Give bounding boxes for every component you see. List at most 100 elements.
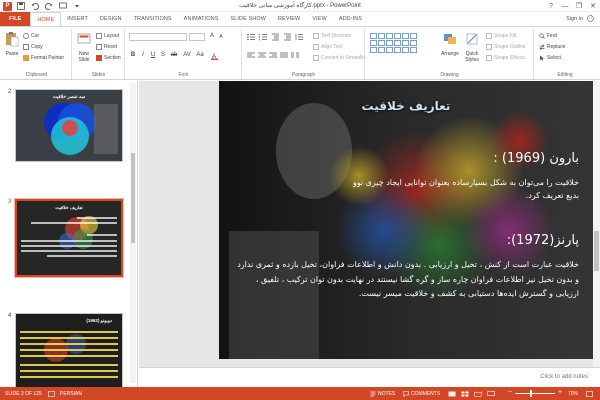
paste-button[interactable]: Paste: [3, 31, 21, 57]
slideshow-view-icon[interactable]: [487, 391, 495, 397]
zoom-out-button[interactable]: −: [508, 389, 512, 396]
zoom-slider-handle[interactable]: [530, 390, 532, 397]
slide-body-parnes[interactable]: خلاقیت عبارت است از کنش ، تخیل و ارزیابی…: [234, 258, 579, 302]
quick-styles-button[interactable]: Quick Styles: [462, 31, 482, 63]
shape-item[interactable]: [378, 33, 385, 39]
slide-title[interactable]: تعاریف خلاقیت: [219, 99, 593, 113]
thumbnail-scrollbar[interactable]: [130, 83, 136, 383]
font-size-box[interactable]: [189, 33, 205, 41]
help-button[interactable]: ?: [544, 0, 558, 12]
comments-button[interactable]: COMMENTS: [403, 391, 440, 397]
slide-sorter-icon[interactable]: [461, 391, 469, 397]
decrease-indent-icon[interactable]: [271, 33, 280, 41]
smiley-feedback-icon[interactable]: [587, 15, 594, 22]
replace-button[interactable]: Replace: [539, 43, 565, 51]
tab-view[interactable]: VIEW: [306, 12, 332, 26]
sign-in-link[interactable]: Sign in: [566, 16, 583, 22]
cut-button[interactable]: Cut: [23, 32, 39, 40]
shape-item[interactable]: [402, 33, 409, 39]
fit-slide-icon[interactable]: [586, 391, 593, 397]
notes-pane[interactable]: Click to add notes: [139, 367, 600, 387]
decrease-font-button[interactable]: A: [217, 34, 225, 40]
slide-thumbnail-2[interactable]: سه عنصر خلاقیت: [15, 89, 123, 162]
editor-scrollbar-thumb[interactable]: [594, 231, 599, 271]
shape-item[interactable]: [410, 47, 417, 53]
slide-thumbnail-4[interactable]: دوبونو (1962): [15, 313, 123, 387]
reading-view-icon[interactable]: [474, 391, 482, 397]
line-spacing-icon[interactable]: [295, 33, 304, 41]
zoom-slider[interactable]: [515, 393, 555, 394]
copy-button[interactable]: Copy: [23, 43, 43, 51]
shape-item[interactable]: [402, 40, 409, 46]
shape-effects-button[interactable]: Shape Effects: [486, 54, 525, 62]
underline-button[interactable]: U: [149, 52, 157, 58]
slide-heading-baron[interactable]: بارون (1969) :: [493, 151, 579, 166]
tab-slide-show[interactable]: SLIDE SHOW: [225, 12, 273, 26]
normal-view-icon[interactable]: [448, 391, 456, 397]
shape-item[interactable]: [402, 47, 409, 53]
shape-item[interactable]: [370, 40, 377, 46]
zoom-in-button[interactable]: +: [558, 389, 562, 396]
slide-heading-parnes[interactable]: پارنز(1972):: [507, 233, 579, 248]
slide-body-baron[interactable]: خلاقیت را می‌توان به شکل بسیارساده بعنوا…: [339, 176, 579, 202]
align-center-icon[interactable]: [258, 52, 266, 59]
shape-fill-button[interactable]: Shape Fill: [486, 32, 516, 40]
columns-icon[interactable]: [291, 52, 299, 59]
shadow-button[interactable]: S: [159, 52, 167, 58]
shape-item[interactable]: [370, 47, 377, 53]
layout-button[interactable]: Layout: [96, 32, 119, 40]
shape-item[interactable]: [386, 40, 393, 46]
shape-item[interactable]: [386, 47, 393, 53]
reset-button[interactable]: Reset: [96, 43, 117, 51]
align-right-icon[interactable]: [269, 52, 277, 59]
align-left-icon[interactable]: [247, 52, 255, 59]
italic-button[interactable]: I: [139, 52, 147, 58]
shape-item[interactable]: [394, 33, 401, 39]
section-button[interactable]: Section: [96, 54, 121, 62]
shape-item[interactable]: [394, 40, 401, 46]
new-slide-button[interactable]: New Slide: [74, 31, 94, 63]
shape-item[interactable]: [410, 33, 417, 39]
increase-font-button[interactable]: A: [208, 33, 216, 39]
tab-home[interactable]: HOME: [30, 12, 62, 26]
notes-button[interactable]: NOTES: [370, 391, 395, 397]
tab-design[interactable]: DESIGN: [94, 12, 128, 26]
minimize-button[interactable]: —: [558, 0, 572, 12]
bullets-icon[interactable]: [247, 33, 256, 41]
tab-transitions[interactable]: TRANSITIONS: [128, 12, 178, 26]
select-button[interactable]: Select: [539, 54, 561, 62]
shape-item[interactable]: [370, 33, 377, 39]
justify-icon[interactable]: [280, 52, 288, 59]
language-indicator[interactable]: PERSIAN: [60, 391, 82, 397]
thumbnail-scrollbar-thumb[interactable]: [131, 153, 135, 243]
arrange-button[interactable]: Arrange: [440, 31, 460, 57]
find-button[interactable]: Find: [539, 32, 557, 40]
shape-item[interactable]: [386, 33, 393, 39]
format-painter-button[interactable]: Format Painter: [23, 54, 64, 62]
shape-outline-button[interactable]: Shape Outline: [486, 43, 526, 51]
strikethrough-button[interactable]: ab: [169, 52, 179, 58]
font-color-button[interactable]: A: [210, 52, 220, 60]
text-direction-button[interactable]: Text Direction: [313, 32, 351, 40]
change-case-button[interactable]: Aa: [195, 52, 205, 58]
close-button[interactable]: ✕: [586, 0, 600, 12]
spell-check-icon[interactable]: [48, 391, 55, 397]
editor-scrollbar[interactable]: [593, 81, 600, 367]
slide-thumbnail-3[interactable]: تعاریف خلاقیت: [14, 198, 124, 278]
maximize-button[interactable]: ❐: [572, 0, 586, 12]
align-text-button[interactable]: Align Text: [313, 43, 343, 51]
tab-animations[interactable]: ANIMATIONS: [178, 12, 225, 26]
increase-indent-icon[interactable]: [283, 33, 292, 41]
shape-item[interactable]: [378, 47, 385, 53]
shape-item[interactable]: [394, 47, 401, 53]
character-spacing-button[interactable]: AV: [182, 52, 192, 58]
bold-button[interactable]: B: [129, 52, 137, 58]
convert-smartart-button[interactable]: Convert to SmartArt: [313, 54, 365, 62]
font-name-box[interactable]: [129, 33, 187, 41]
tab-insert[interactable]: INSERT: [61, 12, 94, 26]
tab-file[interactable]: FILE: [0, 12, 31, 26]
tab-review[interactable]: REVIEW: [272, 12, 306, 26]
shape-item[interactable]: [378, 40, 385, 46]
zoom-level[interactable]: 70%: [568, 391, 578, 397]
current-slide[interactable]: تعاریف خلاقیت بارون (1969) : خلاقیت را م…: [219, 81, 593, 359]
